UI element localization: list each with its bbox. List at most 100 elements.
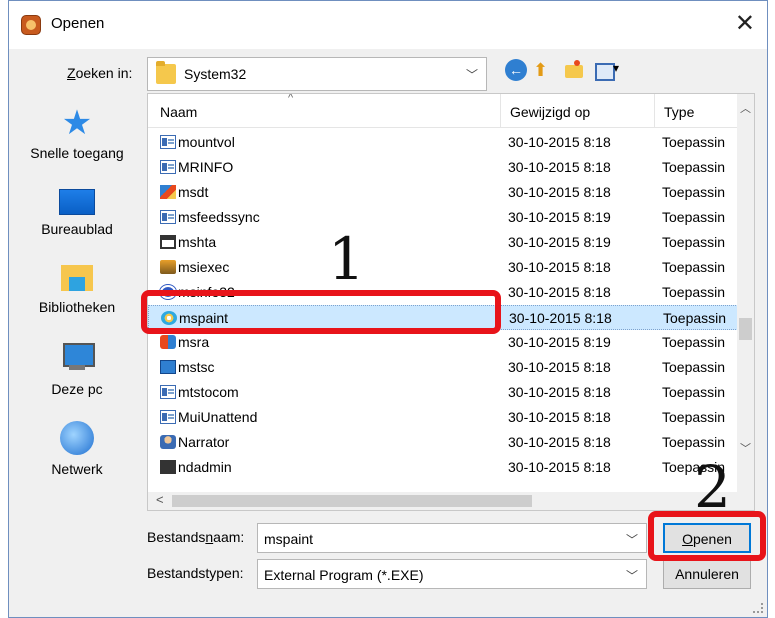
star-icon: ★	[61, 104, 93, 142]
table-row[interactable]: mspaint 30-10-2015 8:18 Toepassin	[148, 305, 738, 330]
close-icon[interactable]: ✕	[735, 9, 755, 38]
column-modified[interactable]: Gewijzigd op	[510, 104, 590, 120]
file-type: Toepassin	[662, 359, 726, 375]
up-folder-icon[interactable]: ⬆	[533, 59, 555, 81]
folder-icon	[156, 61, 176, 84]
annotation-number-1: 1	[328, 225, 365, 293]
table-row[interactable]: msiexec 30-10-2015 8:18 Toepassin	[148, 255, 738, 280]
file-modified: 30-10-2015 8:18	[508, 134, 611, 150]
file-modified: 30-10-2015 8:19	[508, 334, 611, 350]
file-modified: 30-10-2015 8:18	[508, 434, 611, 450]
table-row[interactable]: MRINFO 30-10-2015 8:18 Toepassin	[148, 155, 738, 180]
file-type: Toepassin	[662, 334, 726, 350]
file-name: Narrator	[178, 434, 230, 450]
dialog-title: Openen	[51, 15, 105, 32]
place-quick-access[interactable]: ★ Snelle toegang	[17, 104, 137, 161]
file-type: Toepassin	[662, 234, 726, 250]
file-name: mshta	[178, 234, 217, 250]
color-file-icon	[160, 185, 176, 199]
paint-file-icon	[161, 311, 177, 325]
file-modified: 30-10-2015 8:19	[508, 209, 611, 225]
place-this-pc[interactable]: Deze pc	[17, 343, 137, 397]
cancel-button[interactable]: Annuleren	[663, 559, 751, 589]
file-name: msiexec	[178, 259, 230, 275]
table-row[interactable]: ndadmin 30-10-2015 8:18 Toepassin	[148, 455, 738, 480]
chevron-down-icon[interactable]: ﹀	[466, 66, 478, 83]
place-desktop[interactable]: Bureaublad	[17, 189, 137, 237]
column-header-row: Naam ^ Gewijzigd op Type	[148, 94, 754, 128]
file-name: mspaint	[179, 310, 229, 326]
vertical-scrollbar[interactable]: ︿ ﹀	[737, 94, 754, 494]
scroll-up-icon[interactable]: ︿	[740, 100, 751, 116]
table-row[interactable]: msdt 30-10-2015 8:18 Toepassin	[148, 180, 738, 205]
place-label: Netwerk	[51, 461, 103, 477]
file-modified: 30-10-2015 8:18	[508, 259, 611, 275]
file-type: Toepassin	[662, 259, 726, 275]
view-menu-icon[interactable]	[593, 59, 625, 81]
place-network[interactable]: Netwerk	[17, 421, 137, 477]
file-type: Toepassin	[663, 310, 727, 326]
back-arrow-icon[interactable]: ←	[505, 59, 527, 81]
filename-input[interactable]: mspaint ﹀	[257, 523, 647, 553]
file-type: Toepassin	[662, 159, 726, 175]
place-label: Bureaublad	[41, 221, 113, 237]
filetype-label: Bestandstypen:	[147, 565, 244, 581]
file-name: ndadmin	[178, 459, 232, 475]
ndad-file-icon	[160, 460, 176, 474]
table-row[interactable]: mstsc 30-10-2015 8:18 Toepassin	[148, 355, 738, 380]
places-bar: ★ Snelle toegang Bureaublad Bibliotheken…	[17, 93, 137, 511]
open-dialog: Openen ✕ Zoeken in: System32 ﹀ ← ⬆ ★ Sne…	[8, 0, 768, 618]
file-list[interactable]: Naam ^ Gewijzigd op Type mountvol 30-10-2…	[147, 93, 755, 511]
table-row[interactable]: Narrator 30-10-2015 8:18 Toepassin	[148, 430, 738, 455]
file-type: Toepassin	[662, 284, 726, 300]
file-name: msfeedssync	[178, 209, 260, 225]
place-libraries[interactable]: Bibliotheken	[17, 261, 137, 315]
horizontal-scrollbar[interactable]: <	[148, 492, 754, 510]
table-row[interactable]: mshta 30-10-2015 8:19 Toepassin	[148, 230, 738, 255]
file-type: Toepassin	[662, 209, 726, 225]
chevron-down-icon[interactable]: ﹀	[626, 531, 638, 548]
file-type: Toepassin	[662, 434, 726, 450]
pkg-file-icon	[160, 260, 176, 274]
table-row[interactable]: mountvol 30-10-2015 8:18 Toepassin	[148, 130, 738, 155]
scroll-left-icon[interactable]: <	[156, 492, 164, 507]
file-modified: 30-10-2015 8:18	[508, 459, 611, 475]
exe-file-icon	[160, 385, 176, 399]
column-type[interactable]: Type	[664, 104, 694, 120]
file-modified: 30-10-2015 8:18	[508, 159, 611, 175]
file-modified: 30-10-2015 8:18	[508, 409, 611, 425]
app-file-icon	[160, 235, 176, 249]
chevron-down-icon[interactable]: ﹀	[626, 567, 638, 584]
exe-file-icon	[160, 160, 176, 174]
place-label: Deze pc	[51, 381, 103, 397]
lookin-dropdown[interactable]: System32 ﹀	[147, 57, 487, 91]
filetype-select[interactable]: External Program (*.EXE) ﹀	[257, 559, 647, 589]
table-row[interactable]: msfeedssync 30-10-2015 8:19 Toepassin	[148, 205, 738, 230]
scroll-thumb[interactable]	[739, 318, 752, 340]
file-modified: 30-10-2015 8:18	[508, 284, 611, 300]
people-file-icon	[160, 335, 176, 349]
file-name: msra	[178, 334, 210, 350]
narr-file-icon	[160, 435, 176, 449]
scroll-down-icon[interactable]: ﹀	[740, 440, 751, 456]
scroll-thumb-horizontal[interactable]	[172, 495, 532, 507]
file-modified: 30-10-2015 8:18	[508, 384, 611, 400]
column-name[interactable]: Naam	[160, 104, 197, 120]
open-button[interactable]: Openen	[663, 523, 751, 553]
exe-file-icon	[160, 410, 176, 424]
file-modified: 30-10-2015 8:18	[509, 310, 612, 326]
table-row[interactable]: MuiUnattend 30-10-2015 8:18 Toepassin	[148, 405, 738, 430]
resize-grip[interactable]	[753, 603, 763, 613]
file-name: MRINFO	[178, 159, 234, 175]
filename-label: Bestandsnaam:	[147, 529, 245, 545]
table-row[interactable]: msra 30-10-2015 8:19 Toepassin	[148, 330, 738, 355]
new-folder-icon[interactable]	[563, 59, 585, 81]
sort-ascending-icon: ^	[288, 93, 294, 104]
column-divider[interactable]	[500, 94, 501, 128]
title-bar: Openen ✕	[9, 1, 767, 49]
table-row[interactable]: msinfo32 30-10-2015 8:18 Toepassin	[148, 280, 738, 305]
table-row[interactable]: mtstocom 30-10-2015 8:18 Toepassin	[148, 380, 738, 405]
place-label: Bibliotheken	[38, 299, 116, 315]
annotation-number-2: 2	[694, 453, 731, 521]
column-divider[interactable]	[654, 94, 655, 128]
